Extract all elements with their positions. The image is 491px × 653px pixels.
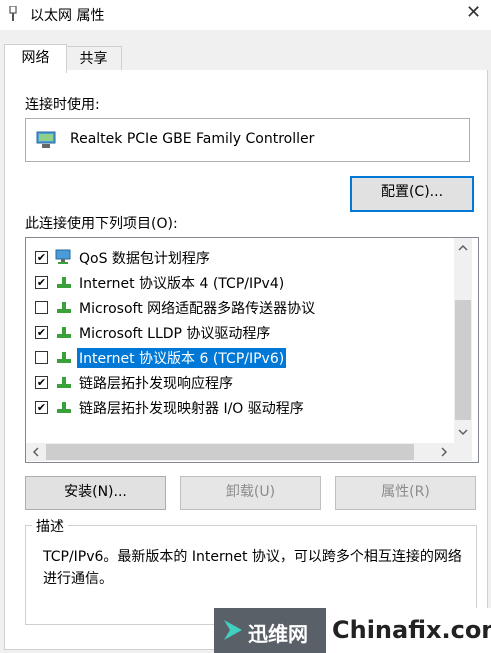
adapter-name: Realtek PCIe GBE Family Controller: [70, 131, 315, 147]
scroll-thumb[interactable]: [455, 300, 471, 420]
protocol-icon: [57, 352, 71, 363]
protocol-icon: [57, 377, 71, 388]
list-item[interactable]: ✔ QoS 数据包计划程序: [26, 245, 454, 270]
tab-label: 网络: [21, 50, 50, 66]
checkbox[interactable]: ✔: [35, 251, 48, 264]
description-text: TCP/IPv6。最新版本的 Internet 协议，可以跨多个相互连接的网络进…: [43, 549, 462, 587]
list-item-label: QoS 数据包计划程序: [79, 251, 210, 267]
protocol-icon: [57, 277, 71, 288]
ethernet-icon: [9, 6, 17, 21]
scroll-right-icon[interactable]: [440, 447, 448, 457]
window-title: 以太网 属性: [30, 8, 105, 24]
protocol-icon: [57, 327, 71, 338]
scroll-thumb-horizontal[interactable]: [46, 444, 414, 460]
close-icon[interactable]: ✕: [466, 2, 481, 23]
tab-sharing[interactable]: 共享: [65, 46, 122, 71]
checkbox[interactable]: ✔: [35, 401, 48, 414]
network-adapter-icon: [36, 131, 56, 148]
watermark: 迅维网 Chinafix.com: [214, 608, 491, 653]
list-item[interactable]: ✔ Microsoft LLDP 协议驱动程序: [26, 320, 454, 345]
tab-label: 共享: [79, 51, 108, 67]
list-item-label: Microsoft LLDP 协议驱动程序: [79, 326, 271, 342]
vertical-scrollbar[interactable]: [454, 238, 472, 443]
install-button[interactable]: 安装(N)...: [25, 476, 166, 510]
uninstall-button[interactable]: 卸载(U): [180, 476, 321, 510]
watermark-cn-text: 迅维网: [248, 622, 308, 646]
scroll-up-icon[interactable]: [458, 244, 468, 252]
scroll-down-icon[interactable]: [458, 428, 468, 436]
properties-button[interactable]: 属性(R): [335, 476, 476, 510]
checkbox[interactable]: ✔: [35, 376, 48, 389]
checkbox[interactable]: ✔: [35, 276, 48, 289]
list-item-selected[interactable]: Internet 协议版本 6 (TCP/IPv6): [26, 345, 454, 370]
list-item[interactable]: Microsoft 网络适配器多路传送器协议: [26, 295, 454, 320]
list-item[interactable]: ✔ 链路层拓扑发现响应程序: [26, 370, 454, 395]
list-item-label: Internet 协议版本 4 (TCP/IPv4): [79, 276, 285, 292]
tab-network[interactable]: 网络: [4, 44, 67, 73]
list-item-label: Internet 协议版本 6 (TCP/IPv6): [77, 348, 287, 368]
adapter-display: Realtek PCIe GBE Family Controller: [25, 118, 470, 162]
horizontal-scrollbar[interactable]: [26, 443, 454, 461]
list-item[interactable]: ✔ Internet 协议版本 4 (TCP/IPv4): [26, 270, 454, 295]
watermark-arrow-icon: [224, 620, 242, 640]
checkbox[interactable]: [35, 351, 48, 364]
watermark-en-text: Chinafix.com: [332, 616, 491, 644]
list-item-label: 链路层拓扑发现映射器 I/O 驱动程序: [79, 401, 304, 417]
list-item[interactable]: ✔ 链路层拓扑发现映射器 I/O 驱动程序: [26, 395, 454, 420]
connect-using-label: 连接时使用:: [25, 97, 100, 113]
components-list[interactable]: ✔ QoS 数据包计划程序 ✔ Internet 协议版本 4 (TCP/IPv…: [25, 237, 479, 463]
title-bar: 以太网 属性 ✕: [0, 0, 491, 30]
protocol-icon: [57, 402, 71, 413]
checkbox[interactable]: ✔: [35, 326, 48, 339]
description-label: 描述: [32, 516, 68, 536]
list-item-label: Microsoft 网络适配器多路传送器协议: [79, 301, 316, 317]
scroll-corner: [454, 443, 472, 461]
configure-button[interactable]: 配置(C)...: [350, 176, 474, 212]
list-item-label: 链路层拓扑发现响应程序: [79, 376, 233, 392]
scroll-left-icon[interactable]: [32, 447, 40, 457]
checkbox[interactable]: [35, 301, 48, 314]
items-label: 此连接使用下列项目(O):: [25, 216, 178, 232]
protocol-icon: [57, 302, 71, 313]
qos-network-icon: [55, 249, 71, 264]
watermark-logo-block: 迅维网: [214, 608, 326, 653]
